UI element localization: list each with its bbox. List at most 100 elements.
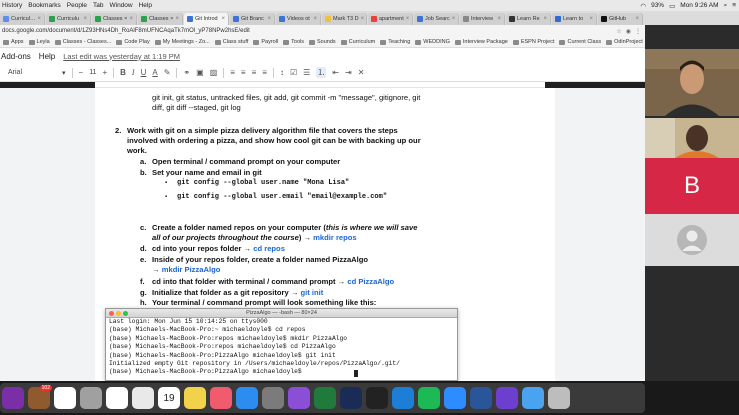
- bookmark-item[interactable]: Code Play: [116, 39, 150, 45]
- tab-close-icon[interactable]: ×: [589, 16, 593, 22]
- browser-tab[interactable]: Videos ot ×: [276, 13, 321, 25]
- menu-help[interactable]: Help: [139, 2, 152, 9]
- tab-close-icon[interactable]: ×: [635, 16, 639, 22]
- checklist-icon[interactable]: ☑: [290, 68, 297, 77]
- bookmark-item[interactable]: Payroll: [253, 39, 278, 45]
- tab-close-icon[interactable]: ×: [37, 16, 41, 22]
- tab-close-icon[interactable]: ×: [83, 16, 87, 22]
- font-size-increase-icon[interactable]: +: [102, 68, 107, 77]
- calendar-icon[interactable]: 19: [158, 387, 180, 409]
- browser-tab[interactable]: GitHub ×: [598, 13, 643, 25]
- menu-tab[interactable]: Tab: [93, 2, 103, 9]
- chrome-icon[interactable]: [106, 387, 128, 409]
- bulleted-list-icon[interactable]: ☰: [303, 68, 310, 77]
- bookmark-item[interactable]: OdinProject: [606, 39, 643, 45]
- underline-icon[interactable]: U: [141, 68, 147, 77]
- video-tile-initial[interactable]: B: [645, 158, 739, 214]
- finder-icon[interactable]: [522, 387, 544, 409]
- bookmark-item[interactable]: Apps: [3, 39, 24, 45]
- photos-icon[interactable]: [132, 387, 154, 409]
- text-color-icon[interactable]: A: [152, 68, 157, 77]
- bookmark-item[interactable]: ESPN Project: [512, 39, 554, 45]
- star-icon[interactable]: ☆: [616, 28, 621, 35]
- appstore-icon[interactable]: [236, 387, 258, 409]
- terminal-icon[interactable]: [366, 387, 388, 409]
- numbered-list-icon[interactable]: ⒈: [316, 67, 327, 78]
- bookmark-item[interactable]: Classes - Classes...: [54, 39, 111, 45]
- browser-tab[interactable]: Learn to ×: [552, 13, 597, 25]
- italic-icon[interactable]: I: [132, 68, 135, 77]
- bookmark-item[interactable]: Teaching: [380, 39, 410, 45]
- browser-tab[interactable]: apartment ×: [368, 13, 413, 25]
- visual-studio-icon[interactable]: [288, 387, 310, 409]
- menu-dots-icon[interactable]: ⋮: [635, 28, 641, 35]
- search-icon[interactable]: ⌕: [724, 2, 728, 10]
- control-center-icon[interactable]: ≡: [732, 2, 736, 10]
- system-prefs-icon[interactable]: [262, 387, 284, 409]
- video-tile-student[interactable]: [645, 118, 739, 158]
- clock[interactable]: Mon 9:26 AM: [680, 2, 718, 10]
- browser-tab[interactable]: Mark T3 D ×: [322, 13, 367, 25]
- browser-tab[interactable]: Learn Re ×: [506, 13, 551, 25]
- video-tile-instructor[interactable]: [645, 49, 739, 116]
- browser-tab[interactable]: Interview ×: [460, 13, 505, 25]
- browser-tab[interactable]: Curricul… ×: [0, 13, 45, 25]
- font-dropdown-icon[interactable]: ▾: [62, 69, 66, 77]
- onenote-icon[interactable]: [2, 387, 24, 409]
- image-icon[interactable]: ▨: [210, 68, 218, 77]
- bookmark-item[interactable]: Leyla: [28, 39, 50, 45]
- excel-icon[interactable]: [314, 387, 336, 409]
- clear-formatting-icon[interactable]: ✕: [358, 68, 365, 77]
- browser-tab[interactable]: Curriculu ×: [46, 13, 91, 25]
- word-icon[interactable]: [470, 387, 492, 409]
- bold-icon[interactable]: B: [120, 68, 126, 77]
- menu-window[interactable]: Window: [109, 2, 132, 9]
- decrease-indent-icon[interactable]: ⇤: [332, 68, 339, 77]
- browser-tab[interactable]: Classes × ×: [92, 13, 137, 25]
- menu-people[interactable]: People: [67, 2, 87, 9]
- wifi-icon[interactable]: ◠: [640, 2, 646, 10]
- messages-badge-icon[interactable]: 102: [28, 385, 52, 409]
- bookmark-item[interactable]: Interview Package: [454, 39, 508, 45]
- align-justify-icon[interactable]: ≡: [262, 68, 267, 77]
- tab-close-icon[interactable]: ×: [175, 16, 179, 22]
- music-icon[interactable]: [210, 387, 232, 409]
- settings-icon[interactable]: [80, 387, 102, 409]
- font-size-decrease-icon[interactable]: −: [79, 68, 84, 77]
- align-right-icon[interactable]: ≡: [252, 68, 257, 77]
- browser-tab[interactable]: Git Branc ×: [230, 13, 275, 25]
- browser-tab[interactable]: Classes × ×: [138, 13, 183, 25]
- slack-icon[interactable]: [54, 387, 76, 409]
- zoom-icon[interactable]: [444, 387, 466, 409]
- tab-close-icon[interactable]: ×: [406, 16, 410, 22]
- notes-icon[interactable]: [184, 387, 206, 409]
- video-tile-no-camera[interactable]: [645, 214, 739, 266]
- last-edit-link[interactable]: Last edit was yesterday at 1:19 PM: [63, 52, 180, 61]
- battery-icon[interactable]: ▭: [669, 2, 675, 10]
- url-text[interactable]: docs.google.com/document/d/1Z93HNs4Dh_Ro…: [2, 28, 250, 34]
- extension-icon[interactable]: ◉: [626, 28, 631, 35]
- bookmark-item[interactable]: Curriculum: [340, 39, 375, 45]
- bookmark-item[interactable]: WEDDING: [415, 39, 450, 45]
- bookmark-item[interactable]: Class stuff: [214, 39, 248, 45]
- tab-close-icon[interactable]: ×: [543, 16, 547, 22]
- tab-close-icon[interactable]: ×: [361, 16, 365, 22]
- browser-tab[interactable]: Git Introd ×: [184, 13, 229, 25]
- line-spacing-icon[interactable]: ↕: [280, 68, 284, 77]
- tab-close-icon[interactable]: ×: [313, 16, 317, 22]
- align-center-icon[interactable]: ≡: [241, 68, 246, 77]
- align-left-icon[interactable]: ≡: [230, 68, 235, 77]
- tab-close-icon[interactable]: ×: [497, 16, 501, 22]
- increase-indent-icon[interactable]: ⇥: [345, 68, 352, 77]
- menu-history[interactable]: History: [2, 2, 22, 9]
- tab-close-icon[interactable]: ×: [267, 16, 271, 22]
- browser-tab[interactable]: Job Searc ×: [414, 13, 459, 25]
- trash-icon[interactable]: [548, 387, 570, 409]
- bookmark-item[interactable]: Sounds: [309, 39, 336, 45]
- menu-help-docs[interactable]: Help: [39, 52, 55, 61]
- tab-close-icon[interactable]: ×: [452, 16, 456, 22]
- bookmark-item[interactable]: My Meetings - Zo...: [154, 39, 210, 45]
- link-icon[interactable]: ⚭: [183, 68, 190, 77]
- font-select[interactable]: Arial: [8, 69, 56, 76]
- bookmark-item[interactable]: Tools: [283, 39, 304, 45]
